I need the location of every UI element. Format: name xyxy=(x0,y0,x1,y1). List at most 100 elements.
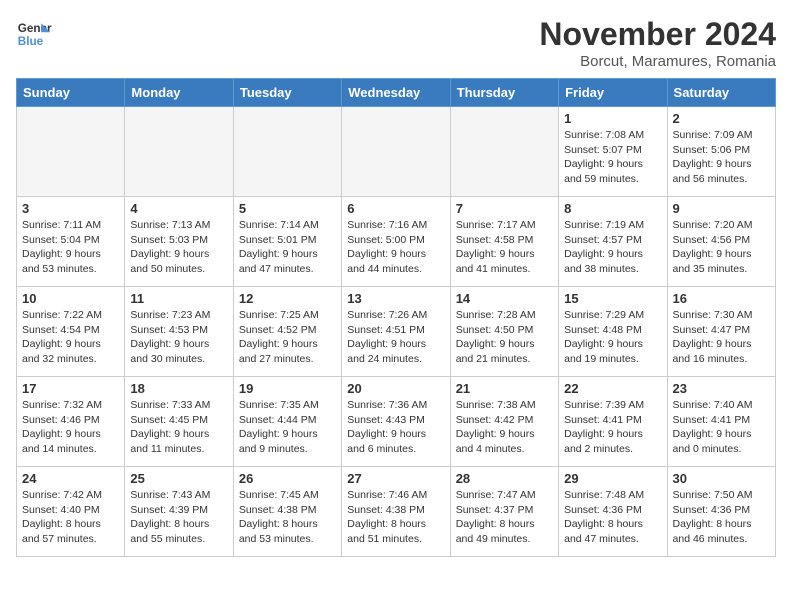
weekday-header-cell: Friday xyxy=(559,79,667,107)
day-number: 21 xyxy=(456,381,553,396)
calendar-cell: 1 Sunrise: 7:08 AM Sunset: 5:07 PM Daylig… xyxy=(559,107,667,197)
title-area: November 2024 Borcut, Maramures, Romania xyxy=(539,16,776,70)
day-number: 28 xyxy=(456,471,553,486)
weekday-header-cell: Saturday xyxy=(667,79,775,107)
calendar-cell xyxy=(17,107,125,197)
day-number: 19 xyxy=(239,381,336,396)
page-header: General Blue November 2024 Borcut, Maram… xyxy=(16,16,776,70)
day-detail: Sunrise: 7:09 AM Sunset: 5:06 PM Dayligh… xyxy=(673,128,770,187)
calendar-cell: 14 Sunrise: 7:28 AM Sunset: 4:50 PM Dayli… xyxy=(450,287,558,377)
day-detail: Sunrise: 7:48 AM Sunset: 4:36 PM Dayligh… xyxy=(564,488,661,547)
day-number: 14 xyxy=(456,291,553,306)
day-detail: Sunrise: 7:47 AM Sunset: 4:37 PM Dayligh… xyxy=(456,488,553,547)
day-number: 7 xyxy=(456,201,553,216)
day-number: 16 xyxy=(673,291,770,306)
day-detail: Sunrise: 7:38 AM Sunset: 4:42 PM Dayligh… xyxy=(456,398,553,457)
calendar-cell: 9 Sunrise: 7:20 AM Sunset: 4:56 PM Daylig… xyxy=(667,197,775,287)
calendar-cell: 29 Sunrise: 7:48 AM Sunset: 4:36 PM Dayli… xyxy=(559,467,667,557)
day-detail: Sunrise: 7:50 AM Sunset: 4:36 PM Dayligh… xyxy=(673,488,770,547)
day-number: 26 xyxy=(239,471,336,486)
day-detail: Sunrise: 7:23 AM Sunset: 4:53 PM Dayligh… xyxy=(130,308,227,367)
calendar-cell: 30 Sunrise: 7:50 AM Sunset: 4:36 PM Dayli… xyxy=(667,467,775,557)
calendar-week-row: 3 Sunrise: 7:11 AM Sunset: 5:04 PM Daylig… xyxy=(17,197,776,287)
calendar-cell: 6Sunrise: 7:16 AM Sunset: 5:00 PM Daylig… xyxy=(342,197,450,287)
day-number: 22 xyxy=(564,381,661,396)
day-detail: Sunrise: 7:22 AM Sunset: 4:54 PM Dayligh… xyxy=(22,308,119,367)
day-detail: Sunrise: 7:19 AM Sunset: 4:57 PM Dayligh… xyxy=(564,218,661,277)
day-number: 23 xyxy=(673,381,770,396)
day-number: 2 xyxy=(673,111,770,126)
day-detail: Sunrise: 7:17 AM Sunset: 4:58 PM Dayligh… xyxy=(456,218,553,277)
day-number: 8 xyxy=(564,201,661,216)
day-detail: Sunrise: 7:28 AM Sunset: 4:50 PM Dayligh… xyxy=(456,308,553,367)
day-number: 18 xyxy=(130,381,227,396)
day-detail: Sunrise: 7:46 AM Sunset: 4:38 PM Dayligh… xyxy=(347,488,444,547)
day-detail: Sunrise: 7:45 AM Sunset: 4:38 PM Dayligh… xyxy=(239,488,336,547)
day-detail: Sunrise: 7:08 AM Sunset: 5:07 PM Dayligh… xyxy=(564,128,661,187)
calendar-cell: 24 Sunrise: 7:42 AM Sunset: 4:40 PM Dayli… xyxy=(17,467,125,557)
logo-icon: General Blue xyxy=(16,16,52,52)
calendar-cell: 13 Sunrise: 7:26 AM Sunset: 4:51 PM Dayli… xyxy=(342,287,450,377)
calendar-cell: 5 Sunrise: 7:14 AM Sunset: 5:01 PM Daylig… xyxy=(233,197,341,287)
day-detail: Sunrise: 7:29 AM Sunset: 4:48 PM Dayligh… xyxy=(564,308,661,367)
day-number: 24 xyxy=(22,471,119,486)
day-number: 11 xyxy=(130,291,227,306)
day-detail: Sunrise: 7:14 AM Sunset: 5:01 PM Dayligh… xyxy=(239,218,336,277)
day-number: 17 xyxy=(22,381,119,396)
day-number: 4 xyxy=(130,201,227,216)
calendar-cell: 16 Sunrise: 7:30 AM Sunset: 4:47 PM Dayli… xyxy=(667,287,775,377)
calendar-cell: 17Sunrise: 7:32 AM Sunset: 4:46 PM Dayli… xyxy=(17,377,125,467)
calendar-cell: 20 Sunrise: 7:36 AM Sunset: 4:43 PM Dayli… xyxy=(342,377,450,467)
day-detail: Sunrise: 7:26 AM Sunset: 4:51 PM Dayligh… xyxy=(347,308,444,367)
svg-text:General: General xyxy=(18,22,52,35)
calendar-week-row: 24 Sunrise: 7:42 AM Sunset: 4:40 PM Dayli… xyxy=(17,467,776,557)
day-number: 13 xyxy=(347,291,444,306)
day-number: 9 xyxy=(673,201,770,216)
weekday-header-cell: Sunday xyxy=(17,79,125,107)
calendar-body: 1 Sunrise: 7:08 AM Sunset: 5:07 PM Daylig… xyxy=(17,107,776,557)
day-number: 30 xyxy=(673,471,770,486)
day-number: 5 xyxy=(239,201,336,216)
day-number: 27 xyxy=(347,471,444,486)
calendar-cell: 25Sunrise: 7:43 AM Sunset: 4:39 PM Dayli… xyxy=(125,467,233,557)
calendar-cell: 22Sunrise: 7:39 AM Sunset: 4:41 PM Dayli… xyxy=(559,377,667,467)
svg-text:Blue: Blue xyxy=(18,35,44,48)
calendar-cell: 23 Sunrise: 7:40 AM Sunset: 4:41 PM Dayli… xyxy=(667,377,775,467)
calendar-cell: 7 Sunrise: 7:17 AM Sunset: 4:58 PM Daylig… xyxy=(450,197,558,287)
day-number: 1 xyxy=(564,111,661,126)
calendar-cell: 2 Sunrise: 7:09 AM Sunset: 5:06 PM Daylig… xyxy=(667,107,775,197)
day-number: 3 xyxy=(22,201,119,216)
calendar-cell: 11 Sunrise: 7:23 AM Sunset: 4:53 PM Dayli… xyxy=(125,287,233,377)
day-number: 25 xyxy=(130,471,227,486)
calendar-cell: 12 Sunrise: 7:25 AM Sunset: 4:52 PM Dayli… xyxy=(233,287,341,377)
day-detail: Sunrise: 7:11 AM Sunset: 5:04 PM Dayligh… xyxy=(22,218,119,277)
calendar-cell: 3 Sunrise: 7:11 AM Sunset: 5:04 PM Daylig… xyxy=(17,197,125,287)
calendar-cell: 28 Sunrise: 7:47 AM Sunset: 4:37 PM Dayli… xyxy=(450,467,558,557)
calendar-cell: 8 Sunrise: 7:19 AM Sunset: 4:57 PM Daylig… xyxy=(559,197,667,287)
calendar-cell: 27 Sunrise: 7:46 AM Sunset: 4:38 PM Dayli… xyxy=(342,467,450,557)
calendar-cell: 26 Sunrise: 7:45 AM Sunset: 4:38 PM Dayli… xyxy=(233,467,341,557)
weekday-header-cell: Thursday xyxy=(450,79,558,107)
calendar-cell: 21 Sunrise: 7:38 AM Sunset: 4:42 PM Dayli… xyxy=(450,377,558,467)
day-number: 29 xyxy=(564,471,661,486)
day-detail: Sunrise: 7:30 AM Sunset: 4:47 PM Dayligh… xyxy=(673,308,770,367)
day-number: 20 xyxy=(347,381,444,396)
weekday-header-cell: Wednesday xyxy=(342,79,450,107)
weekday-header-row: SundayMondayTuesdayWednesdayThursdayFrid… xyxy=(17,79,776,107)
day-number: 10 xyxy=(22,291,119,306)
month-title: November 2024 xyxy=(539,16,776,53)
calendar-cell xyxy=(233,107,341,197)
calendar-cell: 4Sunrise: 7:13 AM Sunset: 5:03 PM Daylig… xyxy=(125,197,233,287)
day-detail: Sunrise: 7:42 AM Sunset: 4:40 PM Dayligh… xyxy=(22,488,119,547)
day-number: 15 xyxy=(564,291,661,306)
location-subtitle: Borcut, Maramures, Romania xyxy=(539,53,776,70)
day-detail: Sunrise: 7:40 AM Sunset: 4:41 PM Dayligh… xyxy=(673,398,770,457)
day-detail: Sunrise: 7:25 AM Sunset: 4:52 PM Dayligh… xyxy=(239,308,336,367)
calendar-week-row: 17Sunrise: 7:32 AM Sunset: 4:46 PM Dayli… xyxy=(17,377,776,467)
day-detail: Sunrise: 7:20 AM Sunset: 4:56 PM Dayligh… xyxy=(673,218,770,277)
day-number: 12 xyxy=(239,291,336,306)
calendar-cell xyxy=(450,107,558,197)
calendar-week-row: 10 Sunrise: 7:22 AM Sunset: 4:54 PM Dayli… xyxy=(17,287,776,377)
day-detail: Sunrise: 7:36 AM Sunset: 4:43 PM Dayligh… xyxy=(347,398,444,457)
calendar-cell xyxy=(125,107,233,197)
